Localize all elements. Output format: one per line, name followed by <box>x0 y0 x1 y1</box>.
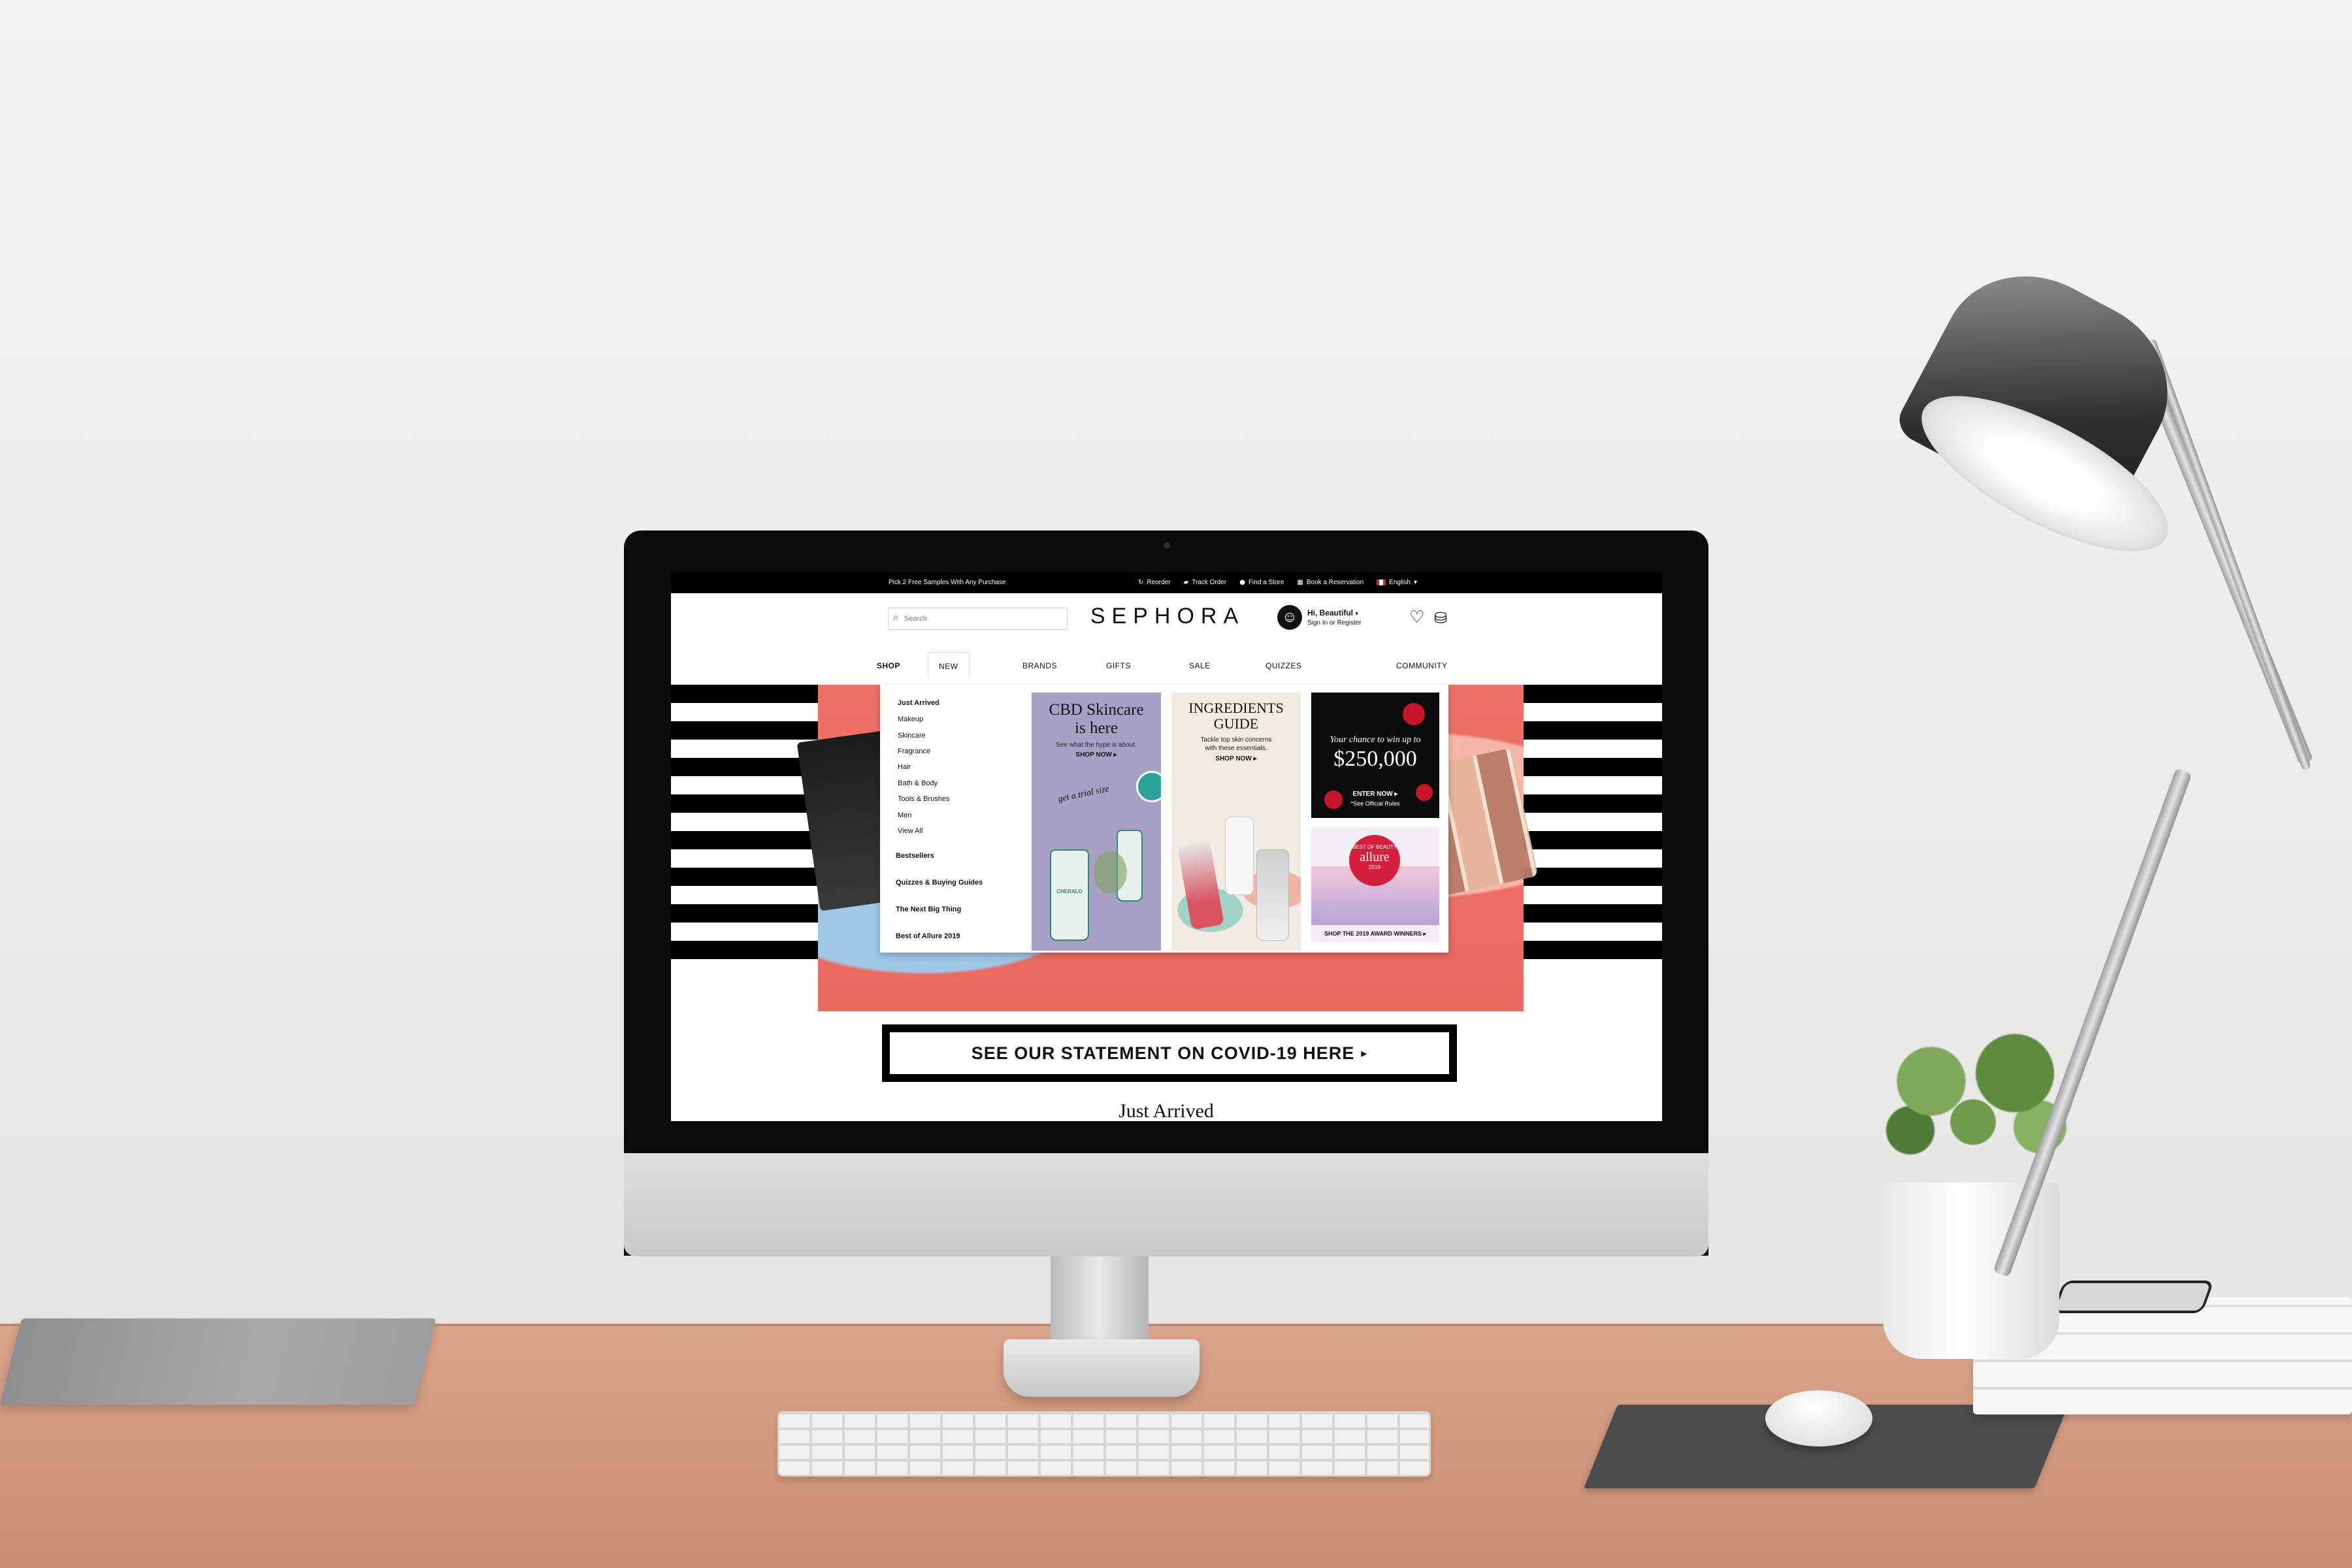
promo-card-ingredients-guide[interactable]: INGREDIENTS GUIDE Tackle top skin concer… <box>1171 693 1301 951</box>
nav-sale[interactable]: SALE <box>1189 661 1211 670</box>
ingredients-sub-line1: Tackle top skin concerns <box>1200 736 1272 743</box>
menu-next-big-thing[interactable]: The Next Big Thing <box>896 906 961 913</box>
ingredients-title-line2: GUIDE <box>1213 715 1259 732</box>
win-rules[interactable]: *See Official Rules <box>1311 800 1439 808</box>
promo-card-sweepstakes[interactable]: Your chance to win up to $250,000 ENTER … <box>1311 693 1439 818</box>
menu-item-view-all[interactable]: View All <box>898 827 923 835</box>
dropper-bottle <box>1256 849 1289 941</box>
heart-icon[interactable]: ♡ <box>1409 608 1424 627</box>
menu-just-arrived[interactable]: Just Arrived <box>898 699 939 707</box>
main-nav: SHOP NEW BRANDS GIFTS SALE QUIZZES COMMU… <box>877 652 1468 678</box>
keyboard <box>777 1411 1431 1477</box>
promo-text[interactable]: Pick 2 Free Samples With Any Purchase <box>889 579 1006 586</box>
allure-badge: BEST OF BEAUTY allure 2019 <box>1349 835 1400 886</box>
serum-bottle <box>1225 817 1254 895</box>
find-store-link[interactable]: ● Find a Store <box>1239 579 1284 586</box>
win-line1: Your chance to win up to <box>1330 735 1421 745</box>
account-menu[interactable]: ☺ Hi, Beautiful ▾ Sign In or Register <box>1277 605 1362 630</box>
browser-screen: Pick 2 Free Samples With Any Purchase ↻ R… <box>671 572 1662 1121</box>
sign-in-link[interactable]: Sign In or Register <box>1307 619 1362 627</box>
camera-icon <box>1164 542 1170 549</box>
site-logo[interactable]: SEPHORA <box>1079 604 1256 629</box>
win-amount: $250,000 <box>1333 747 1417 771</box>
reorder-link[interactable]: ↻ Reorder <box>1138 579 1171 586</box>
red-dot-1 <box>1403 703 1425 725</box>
laptop <box>0 1318 436 1405</box>
utility-links: ↻ Reorder ▰ Track Order ● Find a Store ▦ Boo… <box>1138 579 1417 586</box>
imac-stand <box>1051 1254 1149 1339</box>
ingredients-shop-now[interactable]: SHOP NOW ▸ <box>1171 755 1301 762</box>
basket-icon[interactable]: ⛁ <box>1434 609 1447 627</box>
section-heading: Just Arrived <box>1119 1100 1214 1121</box>
nav-gifts[interactable]: GIFTS <box>1106 661 1131 670</box>
track-order-link[interactable]: ▰ Track Order <box>1184 579 1227 586</box>
menu-item-skincare[interactable]: Skincare <box>898 732 926 740</box>
chevron-down-icon: ▾ <box>1413 579 1417 586</box>
covid-statement-button[interactable]: SEE OUR STATEMENT ON COVID-19 HERE ▸ <box>882 1024 1457 1082</box>
pin-icon: ● <box>1239 579 1245 586</box>
search-input[interactable] <box>888 608 1068 630</box>
canada-flag-icon <box>1377 580 1386 585</box>
menu-item-bath-body[interactable]: Bath & Body <box>898 779 938 787</box>
menu-item-hair[interactable]: Hair <box>898 763 911 771</box>
new-dropdown-menu: Just Arrived Makeup Skincare Fragrance H… <box>880 685 1448 953</box>
avatar-icon: ☺ <box>1277 605 1302 630</box>
imac-stand-base <box>1004 1339 1200 1397</box>
chevron-down-icon: ▾ <box>1355 611 1358 617</box>
calendar-icon: ▦ <box>1297 579 1303 586</box>
ingredients-sub-line2: with these essentials. <box>1205 745 1267 752</box>
menu-quizzes-guides[interactable]: Quizzes & Buying Guides <box>896 879 983 887</box>
cbd-script-text: get a trial size <box>1057 783 1111 805</box>
trial-size-badge-icon <box>1136 771 1161 802</box>
menu-item-fragrance[interactable]: Fragrance <box>898 747 930 755</box>
cbd-title-line2: is here <box>1075 719 1118 737</box>
menu-bestsellers[interactable]: Bestsellers <box>896 852 934 860</box>
greeting: Hi, Beautiful ▾ <box>1307 608 1358 617</box>
nav-brands[interactable]: BRANDS <box>1022 661 1057 670</box>
book-reservation-link[interactable]: ▦ Book a Reservation <box>1297 579 1364 586</box>
promo-card-cbd-skincare[interactable]: CBD Skincare is here See what the hype i… <box>1032 693 1161 951</box>
cbd-subtitle: See what the hype is about. <box>1056 742 1137 749</box>
allure-shop-winners[interactable]: SHOP THE 2019 AWARD WINNERS ▸ <box>1311 930 1439 938</box>
apple-logo-icon <box>1147 1176 1186 1222</box>
promo-card-allure-winners[interactable]: BEST OF BEAUTY allure 2019 SHOP THE 2019… <box>1311 827 1439 942</box>
nav-quizzes[interactable]: QUIZZES <box>1266 661 1302 670</box>
cbd-title-line1: CBD Skincare <box>1049 701 1144 719</box>
top-utility-bar: Pick 2 Free Samples With Any Purchase ↻ R… <box>671 572 1662 593</box>
win-enter-now[interactable]: ENTER NOW ▸ <box>1311 791 1439 798</box>
nav-community[interactable]: COMMUNITY <box>1396 661 1448 670</box>
mouse <box>1765 1390 1872 1446</box>
cbd-shop-now[interactable]: SHOP NOW ▸ <box>1032 751 1161 759</box>
truck-icon: ▰ <box>1183 579 1189 586</box>
refresh-icon: ↻ <box>1138 579 1144 586</box>
language-selector[interactable]: English ▾ <box>1377 579 1417 586</box>
site-header: ⌕ SEPHORA ☺ Hi, Beautiful ▾ Sign In or R… <box>671 593 1662 685</box>
phone <box>2051 1281 2215 1313</box>
chevron-right-icon: ▸ <box>1361 1046 1368 1060</box>
nav-shop[interactable]: SHOP <box>877 661 900 670</box>
menu-item-makeup[interactable]: Makeup <box>898 715 923 723</box>
menu-item-men[interactable]: Men <box>898 811 911 819</box>
search-icon: ⌕ <box>893 612 898 623</box>
ingredients-title-line1: INGREDIENTS <box>1188 700 1284 716</box>
nav-new[interactable]: NEW <box>928 652 970 678</box>
menu-best-of-allure[interactable]: Best of Allure 2019 <box>896 932 960 940</box>
menu-item-tools-brushes[interactable]: Tools & Brushes <box>898 795 949 803</box>
cbd-leaves <box>1071 823 1149 921</box>
